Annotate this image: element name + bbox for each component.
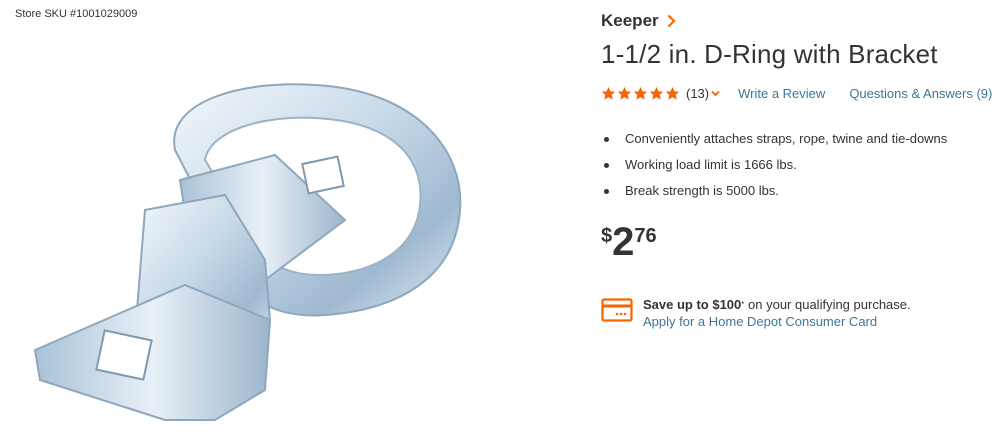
product-title: 1-1/2 in. D-Ring with Bracket [601,39,938,69]
write-review-link[interactable]: Write a Review [738,86,825,101]
review-count[interactable]: (13) [686,86,709,101]
price: $ 2 76 [601,222,996,262]
price-currency: $ [601,225,613,247]
price-dollars: 2 [612,220,635,264]
questions-answers-link[interactable]: Questions & Answers (9) [849,86,992,101]
feature-bullet: Conveniently attaches straps, rope, twin… [601,126,996,152]
store-sku: Store SKU #1001029009 [15,8,138,20]
product-info: Keeper 1-1/2 in. D-Ring with Bracket (13… [601,10,996,330]
star-icon [601,86,616,100]
feature-bullet: Working load limit is 1666 lbs. [601,152,996,178]
promo-text: Save up to $100* on your qualifying purc… [643,296,911,330]
promo-savings: Save up to $100 [643,297,742,312]
star-icon [649,86,664,100]
d-ring-image [33,83,462,421]
star-icon [617,86,632,100]
product-image[interactable] [15,60,485,432]
star-icon [665,86,680,100]
brand-row[interactable]: Keeper [601,10,996,32]
feature-bullets: Conveniently attaches straps, rope, twin… [601,126,996,204]
promo-suffix: on your qualifying purchase. [744,297,911,312]
price-cents: 76 [634,225,657,247]
chevron-down-icon[interactable] [711,89,720,98]
credit-card-icon [601,298,633,322]
star-icon [633,86,648,100]
rating-row: (13) Write a Review Questions & Answers … [601,84,996,102]
feature-bullet: Break strength is 5000 lbs. [601,178,996,204]
promo-headline: Save up to $100* on your qualifying purc… [643,296,911,313]
brand-link[interactable]: Keeper [601,11,659,31]
credit-card-promo: Save up to $100* on your qualifying purc… [601,296,996,330]
chevron-right-icon[interactable] [667,14,676,28]
star-rating[interactable] [601,86,680,101]
apply-card-link[interactable]: Apply for a Home Depot Consumer Card [643,314,877,329]
